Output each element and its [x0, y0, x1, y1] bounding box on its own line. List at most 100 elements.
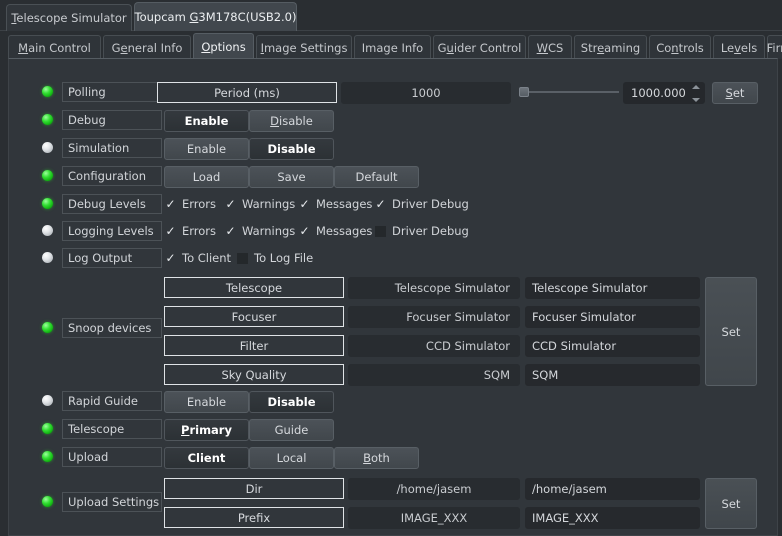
debug-levels-driver-debug-checkbox[interactable]: ✓ Driver Debug	[375, 195, 469, 213]
checkbox-label: Driver Debug	[392, 224, 469, 238]
tab-guider-control[interactable]: Guider Control	[433, 35, 526, 59]
device-tab-telescope-simulator[interactable]: Telescope Simulator	[6, 4, 132, 31]
upload-client-button[interactable]: Client	[164, 447, 249, 469]
tab-label: General Info	[111, 40, 183, 55]
polling-period-value: 1000	[341, 82, 511, 104]
checkbox-label: Messages	[316, 224, 373, 238]
upload-settings-label: Upload Settings	[62, 492, 162, 512]
tab-main-control[interactable]: Main Control	[8, 35, 101, 59]
tab-label: Options	[201, 39, 246, 54]
chevron-up-icon[interactable]	[691, 85, 700, 89]
upload-dir-value: /home/jasem	[348, 478, 520, 500]
snoop-sky-quality-name: Sky Quality	[164, 364, 344, 385]
snoop-focuser-input[interactable]: Focuser Simulator	[525, 306, 700, 328]
device-tab-bar: Telescope Simulator Toupcam G3M178C(USB2…	[0, 0, 782, 31]
upload-dir-input[interactable]: /home/jasem	[525, 478, 700, 500]
snoop-telescope-name: Telescope	[164, 277, 344, 298]
snoop-filter-value: CCD Simulator	[348, 335, 520, 357]
log-output-status-led	[42, 252, 53, 263]
snoop-filter-input[interactable]: CCD Simulator	[525, 335, 700, 357]
debug-levels-warnings-checkbox[interactable]: ✓ Warnings	[225, 195, 295, 213]
checkbox-label: Driver Debug	[392, 197, 469, 211]
polling-set-button[interactable]: Set	[712, 82, 758, 104]
snoop-devices-label: Snoop devices	[62, 318, 162, 338]
indi-control-panel: Telescope Simulator Toupcam G3M178C(USB2…	[0, 0, 782, 536]
upload-both-button[interactable]: Both	[334, 447, 419, 469]
tab-label: Firmware	[766, 40, 782, 55]
tab-firmware[interactable]: Firmware	[767, 35, 782, 59]
set-label: Set	[725, 86, 745, 100]
checkmark-icon: ✓	[375, 196, 386, 211]
checkmark-icon: ✓	[225, 196, 236, 211]
telescope-guide-button[interactable]: Guide	[249, 419, 334, 441]
simulation-disable-button[interactable]: Disable	[249, 138, 334, 160]
rapid-guide-enable-button[interactable]: Enable	[164, 391, 249, 413]
tab-label: Streaming	[580, 40, 641, 55]
tab-label: Image Info	[361, 40, 424, 55]
snoop-focuser-value: Focuser Simulator	[348, 306, 520, 328]
upload-status-led	[42, 451, 53, 462]
logging-levels-warnings-checkbox[interactable]: ✓ Warnings	[225, 222, 295, 240]
polling-period-slider[interactable]	[519, 82, 619, 102]
logging-levels-driver-debug-checkbox[interactable]: Driver Debug	[375, 222, 469, 240]
tab-label: Image Settings	[260, 40, 348, 55]
tab-image-info[interactable]: Image Info	[354, 35, 431, 59]
tab-levels[interactable]: Levels	[713, 35, 765, 59]
snoop-sky-quality-input[interactable]: SQM	[525, 364, 700, 386]
debug-label: Debug	[62, 110, 162, 130]
rapid-guide-status-led	[42, 395, 53, 406]
telescope-primary-button[interactable]: Primary	[164, 419, 249, 441]
spinbox-arrows[interactable]	[690, 85, 701, 102]
simulation-enable-button[interactable]: Enable	[164, 138, 249, 160]
checkbox-box-icon	[237, 252, 248, 264]
debug-levels-errors-checkbox[interactable]: ✓ Errors	[165, 195, 216, 213]
snoop-devices-status-led	[42, 322, 53, 333]
slider-handle[interactable]	[519, 87, 529, 97]
tab-controls[interactable]: Controls	[649, 35, 711, 59]
log-output-to-log-file-checkbox[interactable]: To Log File	[237, 249, 313, 267]
tab-streaming[interactable]: Streaming	[574, 35, 647, 59]
upload-label: Upload	[62, 447, 162, 467]
snoop-devices-set-button[interactable]: Set	[705, 277, 757, 386]
tab-label: WCS	[536, 40, 564, 55]
snoop-filter-name: Filter	[164, 335, 344, 356]
upload-local-button[interactable]: Local	[249, 447, 334, 469]
snoop-telescope-input[interactable]: Telescope Simulator	[525, 277, 700, 299]
debug-disable-button[interactable]: Disable	[249, 110, 334, 132]
slider-track	[519, 91, 619, 93]
debug-levels-status-led	[42, 198, 53, 209]
checkmark-icon: ✓	[299, 223, 310, 238]
configuration-status-led	[42, 170, 53, 181]
telescope-status-led	[42, 423, 53, 434]
tab-label: Guider Control	[437, 40, 522, 55]
device-tab-toupcam[interactable]: Toupcam G3M178C(USB2.0)	[134, 2, 297, 31]
upload-prefix-input[interactable]: IMAGE_XXX	[525, 507, 700, 529]
tab-options[interactable]: Options	[193, 33, 254, 59]
snoop-sky-quality-value: SQM	[348, 364, 520, 386]
device-tab-label: Toupcam G3M178C(USB2.0)	[134, 10, 297, 24]
config-load-button[interactable]: Load	[164, 166, 249, 188]
logging-levels-messages-checkbox[interactable]: ✓ Messages	[299, 222, 372, 240]
config-save-button[interactable]: Save	[249, 166, 334, 188]
debug-enable-button[interactable]: Enable	[164, 110, 249, 132]
debug-levels-messages-checkbox[interactable]: ✓ Messages	[299, 195, 372, 213]
checkbox-label: Errors	[182, 197, 217, 211]
debug-disable-label: Disable	[270, 114, 313, 128]
upload-both-label: Both	[363, 451, 390, 465]
config-default-button[interactable]: Default	[334, 166, 419, 188]
log-output-to-client-checkbox[interactable]: ✓ To Client	[165, 249, 231, 267]
log-output-label: Log Output	[62, 248, 162, 268]
upload-settings-set-button[interactable]: Set	[705, 478, 757, 529]
logging-levels-errors-checkbox[interactable]: ✓ Errors	[165, 222, 216, 240]
polling-period-spinbox[interactable]: 1000.000	[623, 82, 705, 104]
checkmark-icon: ✓	[299, 196, 310, 211]
simulation-label: Simulation	[62, 138, 162, 158]
tab-image-settings[interactable]: Image Settings	[256, 35, 352, 59]
tab-general-info[interactable]: General Info	[103, 35, 191, 59]
polling-status-led	[42, 86, 53, 97]
polling-label: Polling	[62, 82, 162, 102]
chevron-down-icon[interactable]	[691, 98, 700, 102]
rapid-guide-disable-button[interactable]: Disable	[249, 391, 334, 413]
polling-period-name: Period (ms)	[157, 82, 337, 103]
tab-wcs[interactable]: WCS	[528, 35, 572, 59]
